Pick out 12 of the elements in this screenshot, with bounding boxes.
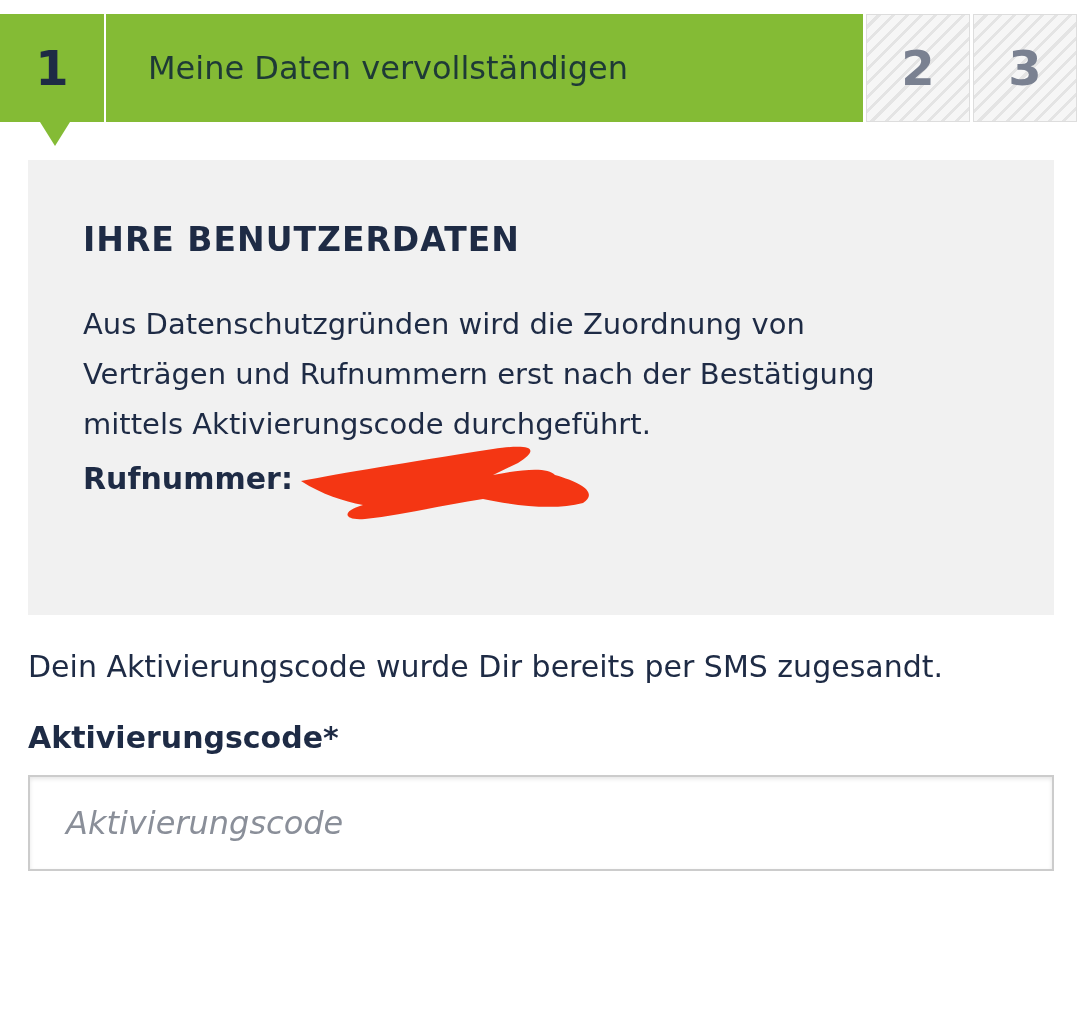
step-number: 3 bbox=[1008, 40, 1042, 96]
privacy-text: Aus Datenschutzgründen wird die Zuordnung von Verträgen und Rufnummern erst nach der Bestätigung mittels Aktivierungscode durchgeführt. bbox=[83, 306, 876, 443]
step-label: Meine Daten vervollständigen bbox=[148, 49, 628, 87]
info-text: Dein Aktivierungscode wurde Dir bereits per SMS zugesandt. bbox=[28, 649, 944, 684]
step-tab[interactable]: 3 bbox=[973, 14, 1077, 122]
field-label: Aktivierungscode* bbox=[28, 720, 340, 755]
activation-code-field[interactable]: Aktivierungscode bbox=[28, 775, 1054, 871]
section-heading: IHRE BENUTZERDATEN bbox=[83, 220, 521, 259]
pointer-icon bbox=[40, 122, 70, 146]
phone-label: Rufnummer: bbox=[83, 461, 293, 496]
step-tab[interactable]: 2 bbox=[866, 14, 970, 122]
step-number: 2 bbox=[901, 40, 935, 96]
